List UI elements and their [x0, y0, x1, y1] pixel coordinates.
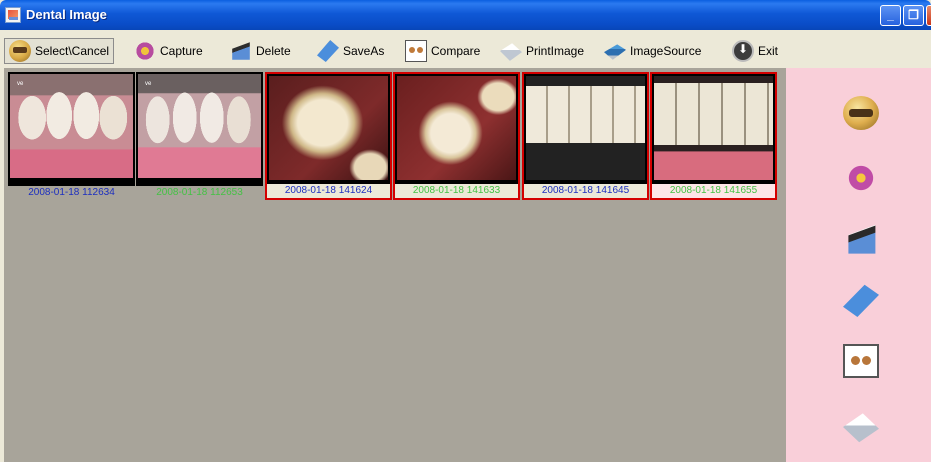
compare-button[interactable]: Compare	[405, 38, 480, 64]
minimize-button[interactable]: _	[880, 5, 901, 26]
capture-label: Capture	[160, 44, 203, 58]
dental-photo	[397, 76, 516, 180]
imagesource-label: ImageSource	[630, 44, 702, 58]
saveas-button[interactable]: SaveAs	[317, 38, 384, 64]
capture-button[interactable]: Capture	[134, 38, 203, 64]
thumbnail-caption: 2008-01-18 112653	[136, 186, 263, 200]
exit-icon	[732, 40, 754, 62]
printimage-button[interactable]: PrintImage	[500, 38, 584, 64]
thumbnail-selected[interactable]: 2008-01-18 141624	[265, 72, 392, 200]
select-cancel-label: Select\Cancel	[35, 44, 110, 58]
thumbnail-caption: 2008-01-18 141624	[267, 184, 390, 198]
clapper-icon	[232, 42, 250, 60]
delete-label: Delete	[256, 44, 291, 58]
printer-icon[interactable]	[843, 413, 879, 443]
exit-label: Exit	[758, 44, 779, 58]
dental-photo: ve	[138, 74, 261, 178]
image-gallery: ve 2008-01-18 112634 ve 2008-01-18 11265…	[4, 68, 786, 462]
thumbnail-selected[interactable]: 2008-01-18 141655	[650, 72, 777, 200]
thumbnail[interactable]: ve 2008-01-18 112634	[8, 72, 135, 200]
select-cancel-button[interactable]: Select\Cancel	[4, 38, 115, 64]
side-panel	[786, 68, 931, 462]
delete-button[interactable]: Delete	[230, 38, 291, 64]
thumbnail-selected[interactable]: 2008-01-18 141645	[522, 72, 649, 200]
dental-photo	[269, 76, 388, 180]
printer-icon	[500, 43, 522, 61]
capture-icon[interactable]	[843, 161, 879, 195]
window-title: Dental Image	[26, 7, 107, 22]
drive-icon	[604, 44, 626, 60]
toolbar: Select\Cancel Capture Delete SaveAs Comp…	[0, 30, 931, 68]
thumbnail-caption: 2008-01-18 112634	[8, 186, 135, 200]
dental-photo: ve	[10, 74, 133, 178]
printimage-label: PrintImage	[526, 44, 585, 58]
film-reel-icon	[9, 40, 31, 62]
compare-label: Compare	[431, 44, 481, 58]
clapper-icon[interactable]	[848, 224, 876, 254]
app-icon	[5, 7, 21, 23]
close-button[interactable]: ✕	[926, 5, 931, 26]
thumbnail-caption: 2008-01-18 141633	[395, 184, 518, 198]
card-icon	[317, 40, 339, 62]
saveas-label: SaveAs	[343, 44, 385, 58]
thumbnail-caption: 2008-01-18 141645	[524, 184, 647, 198]
thumbnail-caption: 2008-01-18 141655	[652, 184, 775, 198]
maximize-button[interactable]: ❐	[903, 5, 924, 26]
thumbnail[interactable]: ve 2008-01-18 112653	[136, 72, 263, 200]
card-icon[interactable]	[843, 284, 879, 317]
compare-icon[interactable]	[843, 344, 879, 378]
compare-icon	[405, 40, 427, 62]
dental-photo	[526, 76, 645, 180]
title-bar: Dental Image _ ❐ ✕	[0, 0, 931, 30]
dental-photo	[654, 76, 773, 180]
film-reel-icon[interactable]	[843, 96, 879, 130]
imagesource-button[interactable]: ImageSource	[604, 38, 701, 64]
capture-icon	[134, 40, 156, 62]
exit-button[interactable]: Exit	[732, 38, 778, 64]
thumbnail-selected[interactable]: 2008-01-18 141633	[393, 72, 520, 200]
